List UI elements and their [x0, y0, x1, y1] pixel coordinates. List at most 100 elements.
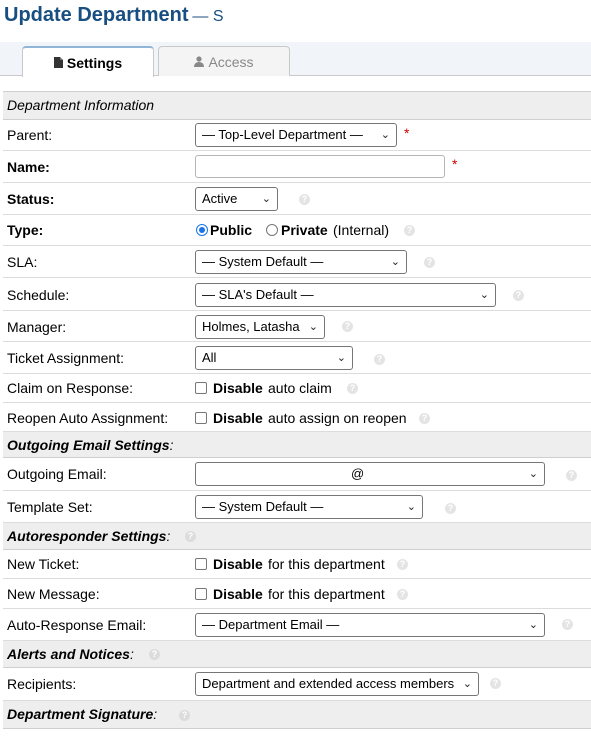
reopen-auto-assignment-checkbox[interactable]	[195, 412, 207, 424]
help-icon[interactable]: ?	[490, 678, 501, 689]
template-set-label: Template Set:	[7, 499, 93, 515]
row-new-ticket: New Ticket: Disable for this department …	[3, 550, 591, 579]
chevron-down-icon: ⌄	[336, 352, 346, 364]
type-private-radio[interactable]	[266, 224, 278, 236]
chevron-down-icon: ⌄	[528, 468, 538, 480]
help-icon[interactable]: ?	[397, 589, 408, 600]
tab-access[interactable]: Access	[158, 46, 290, 76]
help-icon[interactable]: ?	[397, 559, 408, 570]
row-outgoing-email: Outgoing Email: @ ⌄ ?	[3, 458, 591, 491]
section-autoresponder-settings: Autoresponder Settings: ?	[3, 523, 591, 550]
row-parent: Parent: — Top-Level Department — ⌄ *	[3, 120, 591, 151]
help-icon[interactable]: ?	[179, 710, 190, 721]
section-outgoing-email-settings: Outgoing Email Settings:	[3, 432, 591, 458]
chevron-down-icon: ⌄	[406, 501, 416, 513]
section-alerts-and-notices: Alerts and Notices: ?	[3, 641, 591, 668]
new-ticket-checkbox[interactable]	[195, 558, 207, 570]
user-icon	[194, 49, 205, 79]
row-name: Name: *	[3, 151, 591, 183]
ticket-assignment-select[interactable]: All ⌄	[195, 346, 353, 370]
type-private-label: Private	[281, 222, 328, 238]
new-message-disable-text: Disable	[213, 586, 263, 602]
section-department-information: Department Information	[3, 92, 591, 120]
recipients-select-value: Department and extended access members	[202, 676, 455, 691]
new-ticket-option-text: for this department	[268, 556, 385, 572]
help-icon[interactable]: ?	[299, 194, 310, 205]
outgoing-email-select-value: @	[351, 466, 365, 481]
manager-label: Manager:	[7, 319, 67, 335]
help-icon[interactable]: ?	[185, 531, 196, 542]
reopen-disable-text: Disable	[213, 410, 263, 426]
help-icon[interactable]: ?	[424, 257, 435, 268]
help-icon[interactable]: ?	[347, 383, 358, 394]
manager-select-value: Holmes, Latasha	[202, 319, 300, 334]
help-icon[interactable]: ?	[374, 354, 385, 365]
auto-response-email-label: Auto-Response Email:	[7, 617, 147, 633]
recipients-select[interactable]: Department and extended access members ⌄	[195, 672, 479, 696]
status-select[interactable]: Active ⌄	[195, 187, 278, 211]
new-ticket-label: New Ticket:	[7, 556, 80, 572]
section-title-suffix: :	[129, 646, 134, 662]
parent-select-value: — Top-Level Department —	[202, 127, 363, 142]
page-title-text: Update Department	[4, 4, 189, 26]
page-subtitle-text: — S	[192, 8, 224, 25]
status-label: Status:	[7, 191, 55, 207]
help-icon[interactable]: ?	[445, 503, 456, 514]
department-form: Department Information Parent: — Top-Lev…	[3, 91, 591, 729]
chevron-down-icon: ⌄	[261, 193, 271, 205]
chevron-down-icon: ⌄	[308, 321, 318, 333]
auto-response-email-select-value: — Department Email —	[202, 617, 340, 632]
manager-select[interactable]: Holmes, Latasha ⌄	[195, 315, 325, 339]
row-auto-response-email: Auto-Response Email: — Department Email …	[3, 609, 591, 641]
auto-response-email-select[interactable]: — Department Email — ⌄	[195, 613, 545, 637]
section-title-suffix: :	[169, 437, 174, 453]
template-set-select[interactable]: — System Default — ⌄	[195, 495, 423, 519]
schedule-select[interactable]: — SLA's Default — ⌄	[195, 283, 496, 307]
section-title: Autoresponder Settings:	[7, 528, 170, 544]
reopen-option-text: auto assign on reopen	[268, 410, 407, 426]
parent-select[interactable]: — Top-Level Department — ⌄	[195, 123, 397, 147]
sla-label: SLA:	[7, 254, 38, 270]
type-private-note: (Internal)	[333, 222, 390, 238]
help-icon[interactable]: ?	[566, 470, 577, 481]
section-title: Department Signature:	[7, 706, 157, 722]
type-label: Type:	[7, 222, 44, 238]
chevron-down-icon: ⌄	[462, 678, 472, 690]
row-claim-on-response: Claim on Response: Disable auto claim ?	[3, 374, 591, 403]
section-title-text: Outgoing Email Settings	[7, 437, 170, 453]
sla-select-value: — System Default —	[202, 254, 324, 269]
help-icon[interactable]: ?	[404, 225, 415, 236]
new-message-option-text: for this department	[268, 586, 385, 602]
type-public-radio[interactable]	[196, 224, 208, 236]
help-icon[interactable]: ?	[513, 290, 524, 301]
outgoing-email-label: Outgoing Email:	[7, 466, 107, 482]
tab-access-label: Access	[208, 54, 254, 70]
section-title-text: Alerts and Notices	[7, 646, 130, 662]
document-icon	[53, 50, 63, 80]
name-label: Name:	[7, 159, 50, 175]
name-input[interactable]	[195, 155, 445, 178]
required-mark: *	[404, 125, 410, 141]
help-icon[interactable]: ?	[149, 649, 160, 660]
help-icon[interactable]: ?	[419, 413, 430, 424]
tab-settings[interactable]: Settings	[22, 46, 154, 77]
tab-settings-label: Settings	[66, 55, 123, 71]
claim-on-response-checkbox[interactable]	[195, 382, 207, 394]
new-ticket-disable-text: Disable	[213, 556, 263, 572]
row-recipients: Recipients: Department and extended acce…	[3, 668, 591, 701]
row-template-set: Template Set: — System Default — ⌄ ?	[3, 491, 591, 523]
help-icon[interactable]: ?	[562, 619, 573, 630]
section-title: Department Information	[7, 97, 155, 113]
row-status: Status: Active ⌄ ?	[3, 183, 591, 215]
outgoing-email-select[interactable]: @ ⌄	[195, 462, 545, 486]
template-set-select-value: — System Default —	[202, 499, 324, 514]
sla-select[interactable]: — System Default — ⌄	[195, 250, 407, 274]
row-reopen-auto-assignment: Reopen Auto Assignment: Disable auto ass…	[3, 403, 591, 432]
claim-on-response-label: Claim on Response:	[7, 380, 134, 396]
new-message-checkbox[interactable]	[195, 588, 207, 600]
claim-option-text: auto claim	[268, 380, 332, 396]
type-public-label: Public	[210, 222, 253, 238]
row-schedule: Schedule: — SLA's Default — ⌄ ?	[3, 278, 591, 311]
claim-disable-text: Disable	[213, 380, 263, 396]
help-icon[interactable]: ?	[342, 321, 353, 332]
